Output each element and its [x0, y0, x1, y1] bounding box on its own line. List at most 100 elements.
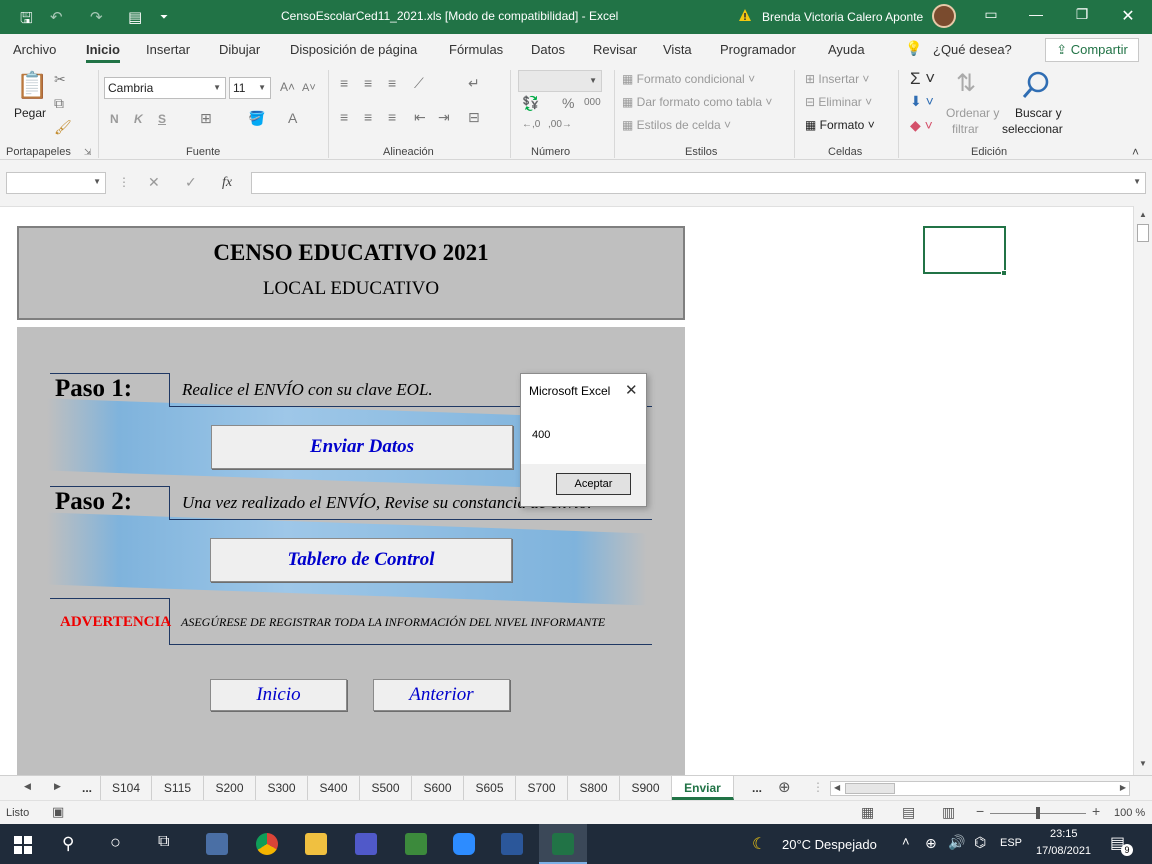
calculator-icon[interactable] [206, 833, 228, 855]
cut-icon[interactable]: ✂ [54, 72, 66, 86]
cell-styles-button[interactable]: ▦ Estilos de celda ˅ [622, 118, 731, 132]
tab-inicio[interactable]: Inicio [86, 42, 120, 63]
sheet-tab[interactable]: S800 [568, 776, 620, 800]
fill-color-icon[interactable]: 🪣 [248, 111, 265, 125]
align-center-icon[interactable]: ≡ [364, 110, 372, 124]
orientation-icon[interactable]: ⟋ [414, 76, 424, 90]
zoom-in-icon[interactable]: + [1092, 804, 1100, 818]
sheet-tab[interactable]: S104 [100, 776, 152, 800]
align-middle-icon[interactable]: ≡ [364, 76, 372, 90]
redo-icon[interactable]: ↷ [90, 8, 103, 26]
bold-button[interactable]: N [110, 112, 119, 126]
collapse-ribbon-icon[interactable]: ˄ [1132, 146, 1139, 158]
align-left-icon[interactable]: ≡ [340, 110, 348, 124]
paste-label[interactable]: Pegar [14, 106, 46, 120]
volume-icon[interactable]: 🔊 [948, 834, 965, 851]
find-select-label-2[interactable]: seleccionar [1002, 122, 1063, 136]
show-hidden-icon[interactable]: ˄ [902, 834, 910, 849]
lightbulb-icon[interactable]: 💡 [905, 40, 922, 57]
sheet-tab-more[interactable]: ... [740, 776, 774, 800]
clock-date[interactable]: 17/08/2021 [1036, 845, 1091, 857]
minimize-icon[interactable]: — [1016, 6, 1056, 22]
page-layout-icon[interactable]: ▤ [902, 805, 915, 819]
zoom-slider-thumb[interactable] [1036, 807, 1040, 819]
confirm-entry-icon[interactable]: ✓ [185, 175, 197, 189]
language-indicator[interactable]: ESP [1000, 837, 1022, 849]
sheet-tab[interactable]: S115 [152, 776, 204, 800]
underline-button[interactable]: S [158, 112, 166, 126]
scroll-down-icon[interactable]: ▼ [1139, 759, 1147, 768]
close-icon[interactable]: ✕ [625, 381, 638, 399]
tab-datos[interactable]: Datos [531, 42, 565, 57]
save-icon[interactable]: 🖫 [20, 8, 33, 33]
sheet-tab[interactable]: S200 [204, 776, 256, 800]
clear-icon[interactable]: ◆ ˅ [910, 118, 933, 132]
moon-weather-icon[interactable]: ☾ [752, 834, 766, 854]
increase-decimal-icon[interactable]: ←,0 [522, 120, 540, 130]
font-name-select[interactable]: Cambria ▼ [104, 77, 226, 99]
tab-insertar[interactable]: Insertar [146, 42, 190, 57]
insert-cells-button[interactable]: ⊞ Insertar ˅ [805, 72, 869, 86]
grow-font-icon[interactable]: A˄ [280, 81, 295, 93]
scroll-left-icon[interactable]: ◀ [834, 783, 840, 792]
fill-icon[interactable]: ⬇ ˅ [910, 94, 934, 108]
sheet-tab[interactable]: S400 [308, 776, 360, 800]
find-search-icon[interactable] [1021, 70, 1051, 100]
tab-dibujar[interactable]: Dibujar [219, 42, 260, 57]
teams-icon[interactable] [355, 833, 377, 855]
align-right-icon[interactable]: ≡ [388, 110, 396, 124]
sheet-tab[interactable]: S900 [620, 776, 672, 800]
find-select-label-1[interactable]: Buscar y [1015, 106, 1062, 120]
borders-icon[interactable]: ⊞ [200, 111, 212, 125]
file-explorer-icon[interactable] [305, 833, 327, 855]
format-cells-button[interactable]: ▦ Formato ˅ [805, 118, 875, 132]
scroll-thumb[interactable] [845, 783, 895, 794]
delete-cells-button[interactable]: ⊟ Eliminar ˅ [805, 95, 872, 109]
avatar[interactable] [932, 4, 956, 28]
horizontal-scrollbar[interactable]: ◀ ▶ [830, 781, 1130, 796]
font-color-icon[interactable]: A [288, 111, 297, 125]
photos-icon[interactable] [405, 833, 427, 855]
sheet-tab-more[interactable]: ... [74, 776, 100, 800]
cortana-icon[interactable]: ○ [110, 832, 121, 853]
font-size-select[interactable]: 11 ▼ [229, 77, 271, 99]
tab-ayuda[interactable]: Ayuda [828, 42, 865, 57]
ribbon-display-icon[interactable]: ▭ [971, 6, 1011, 23]
page-break-icon[interactable]: ▥ [942, 805, 955, 819]
fill-handle[interactable] [1001, 270, 1007, 276]
tab-programador[interactable]: Programador [720, 42, 796, 57]
sheet-tab-active[interactable]: Enviar [672, 776, 734, 800]
sheet-tab[interactable]: S600 [412, 776, 464, 800]
zoom-app-icon[interactable] [453, 833, 475, 855]
tab-archivo[interactable]: Archivo [13, 42, 56, 57]
task-view-icon[interactable]: ⧉ [158, 833, 169, 851]
tab-formulas[interactable]: Fórmulas [449, 42, 503, 57]
windows-start-icon[interactable] [14, 836, 32, 854]
tab-disposicion[interactable]: Disposición de página [290, 42, 417, 57]
formula-input[interactable]: ▼ [251, 172, 1146, 194]
form-icon[interactable]: ▤ [128, 8, 142, 26]
send-data-button[interactable]: Enviar Datos [211, 425, 513, 469]
add-sheet-icon[interactable]: ⊕ [778, 780, 791, 795]
share-button[interactable]: ⇪ Compartir [1045, 38, 1139, 62]
wifi-icon[interactable]: ⌬ [974, 834, 986, 851]
network-drive-icon[interactable]: ⊕ [925, 835, 937, 852]
format-painter-icon[interactable]: 🖌 [54, 120, 72, 134]
macro-record-icon[interactable]: ▣ [52, 805, 64, 818]
sheet-tab[interactable]: S500 [360, 776, 412, 800]
word-icon[interactable] [501, 833, 523, 855]
sheet-tab[interactable]: S605 [464, 776, 516, 800]
prev-sheet-icon[interactable]: ◀ [24, 782, 31, 791]
autosum-icon[interactable]: Σ ˅ [910, 70, 935, 87]
format-table-button[interactable]: ▦ Dar formato como tabla ˅ [622, 95, 772, 109]
sort-filter-label-1[interactable]: Ordenar y [946, 106, 999, 120]
sort-filter-label-2[interactable]: filtrar [952, 122, 979, 136]
dialog-launcher-icon[interactable]: ⇲ [84, 148, 92, 157]
normal-view-icon[interactable]: ▦ [861, 805, 874, 819]
warning-icon[interactable] [738, 8, 752, 22]
dashboard-button[interactable]: Tablero de Control [210, 538, 512, 582]
align-bottom-icon[interactable]: ≡ [388, 76, 396, 90]
scroll-up-icon[interactable]: ▲ [1139, 210, 1147, 219]
selected-cell[interactable] [923, 226, 1006, 274]
increase-indent-icon[interactable]: ⇥ [438, 110, 450, 124]
